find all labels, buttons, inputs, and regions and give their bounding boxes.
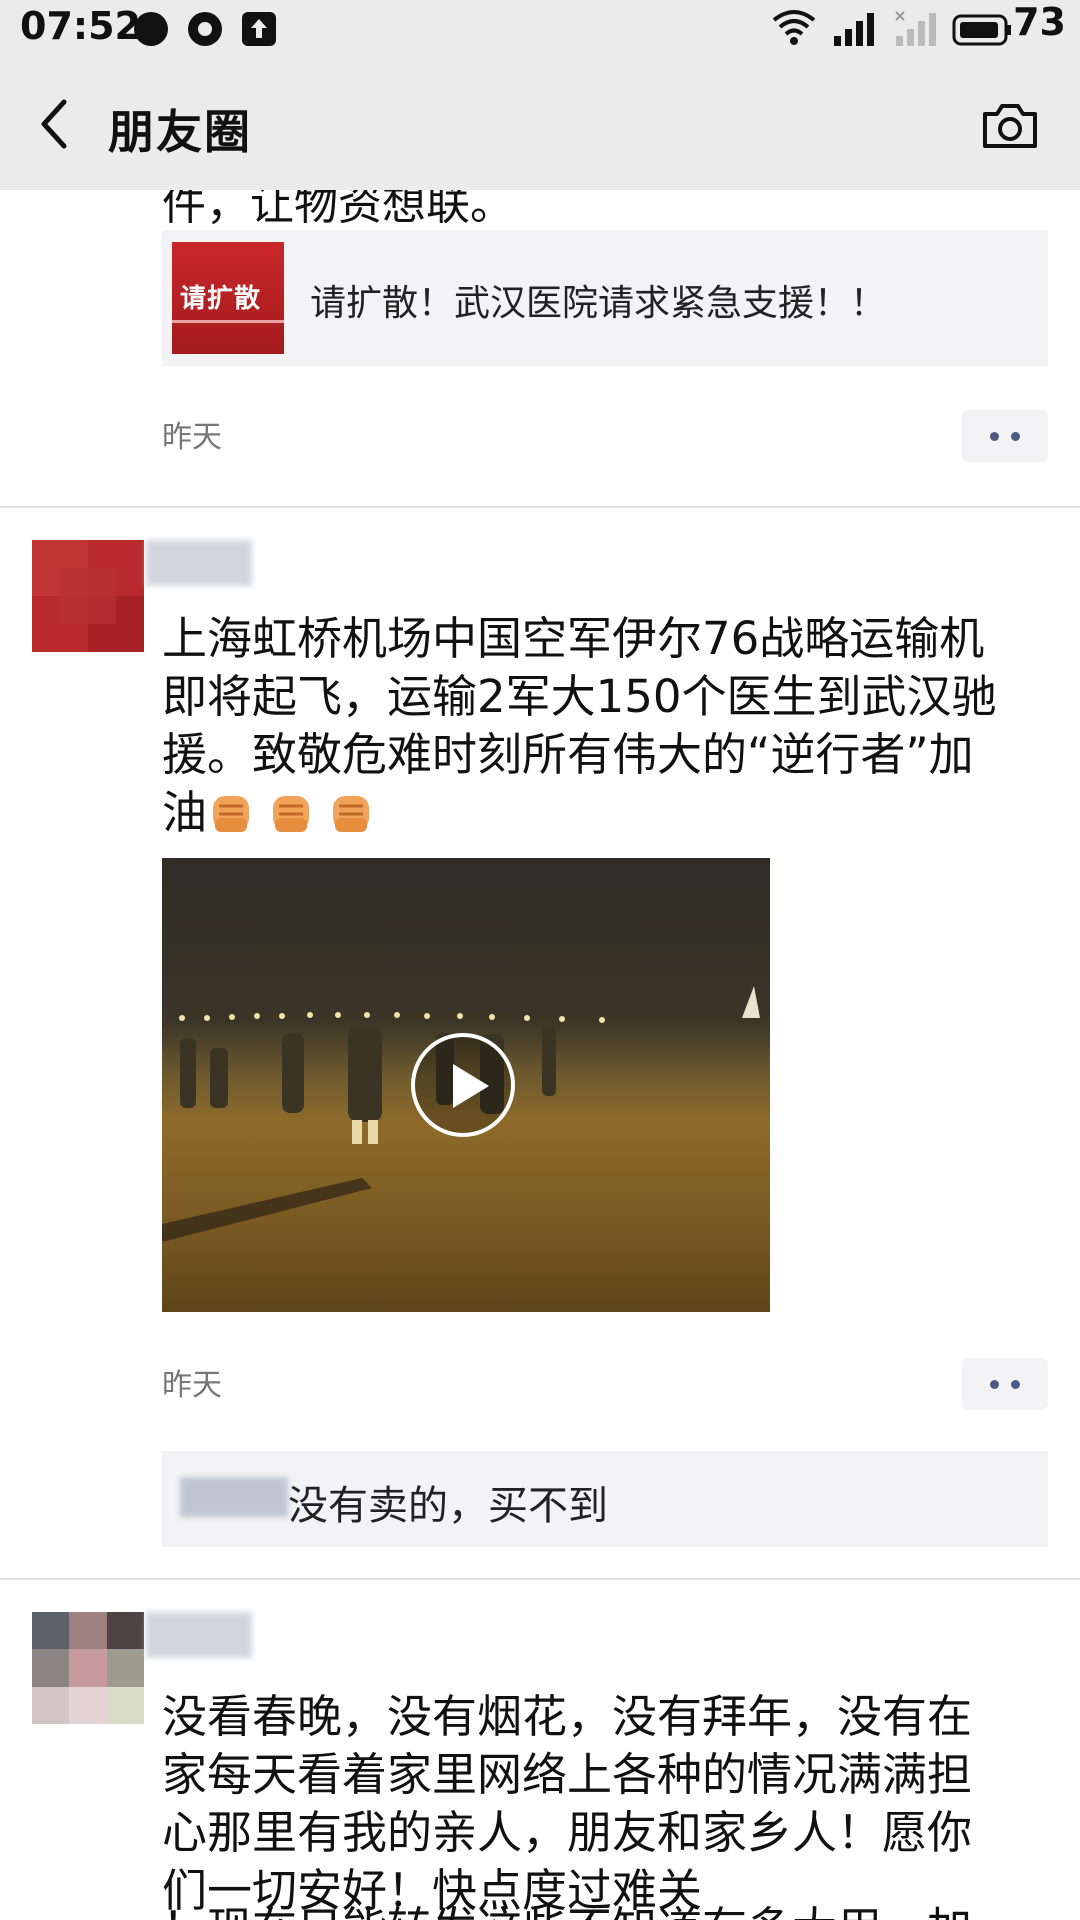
comment-text: 没有卖的，买不到 [288, 1483, 608, 1529]
battery-level: 73 [1013, 0, 1066, 44]
droplet-icon [188, 12, 222, 46]
post-text: 上海虹桥机场中国空军伊尔76战略运输机即将起飞，运输2军大150个医生到武汉驰援… [162, 612, 997, 839]
author-name-blurred[interactable] [146, 540, 252, 586]
comment-section: 没有卖的，买不到 [162, 1451, 1048, 1547]
shared-link-card[interactable]: 请扩散 请扩散！武汉医院请求紧急支援！！ [162, 230, 1048, 366]
link-thumbnail: 请扩散 [172, 242, 284, 354]
battery-icon [952, 14, 1011, 46]
post-divider [0, 1578, 1080, 1580]
post-time: 昨天 [162, 1368, 222, 1403]
thumb-label: 请扩散 [180, 284, 262, 314]
avatar[interactable] [32, 540, 144, 652]
camera-icon [983, 104, 1037, 148]
back-button[interactable] [30, 90, 90, 160]
chevron-left-icon [41, 99, 67, 149]
more-dot-icon [990, 1380, 999, 1389]
upload-icon [242, 12, 276, 46]
commenter-name-blurred[interactable] [180, 1477, 288, 1517]
post-time: 昨天 [162, 420, 222, 455]
top-bar: 朋友圈 [0, 60, 1080, 190]
post-text-cut: 件，让物资想联。 [162, 190, 514, 230]
signal-icon [834, 13, 874, 46]
play-button[interactable] [411, 1033, 515, 1137]
more-dot-icon [1011, 1380, 1020, 1389]
more-dot-icon [990, 432, 999, 441]
camera-button[interactable] [980, 98, 1040, 154]
fist-emoji [213, 796, 250, 832]
notification-icon [134, 12, 168, 46]
moments-feed[interactable]: 件，让物资想联。 请扩散 请扩散！武汉医院请求紧急支援！！ 昨天 上海虹桥机场中… [0, 190, 1080, 1920]
avatar[interactable] [32, 1612, 144, 1724]
post-more-button[interactable] [962, 1358, 1048, 1410]
post-divider [0, 506, 1080, 508]
video-thumbnail[interactable] [162, 858, 770, 1312]
post-more-button[interactable] [962, 410, 1048, 462]
link-title: 请扩散！武汉医院请求紧急支援！！ [310, 283, 887, 324]
page-title: 朋友圈 [108, 105, 252, 159]
wifi-icon [772, 10, 816, 45]
fist-emoji [273, 796, 310, 832]
signal-nosim-icon [895, 11, 936, 46]
more-dot-icon [1011, 432, 1020, 441]
play-icon [453, 1064, 489, 1108]
fist-emoji [333, 796, 370, 832]
status-bar: 07:52 73 [0, 0, 1080, 60]
post-text: 没看春晚，没有烟花，没有拜年，没有在家每天看着家里网络上各种的情况满满担心那里有… [162, 1690, 973, 1917]
status-time: 07:52 [20, 4, 141, 48]
author-name-blurred[interactable] [146, 1612, 252, 1658]
post-text-cut: ！现在只能转发这些不知道有多大用，加 [162, 1900, 1012, 1920]
